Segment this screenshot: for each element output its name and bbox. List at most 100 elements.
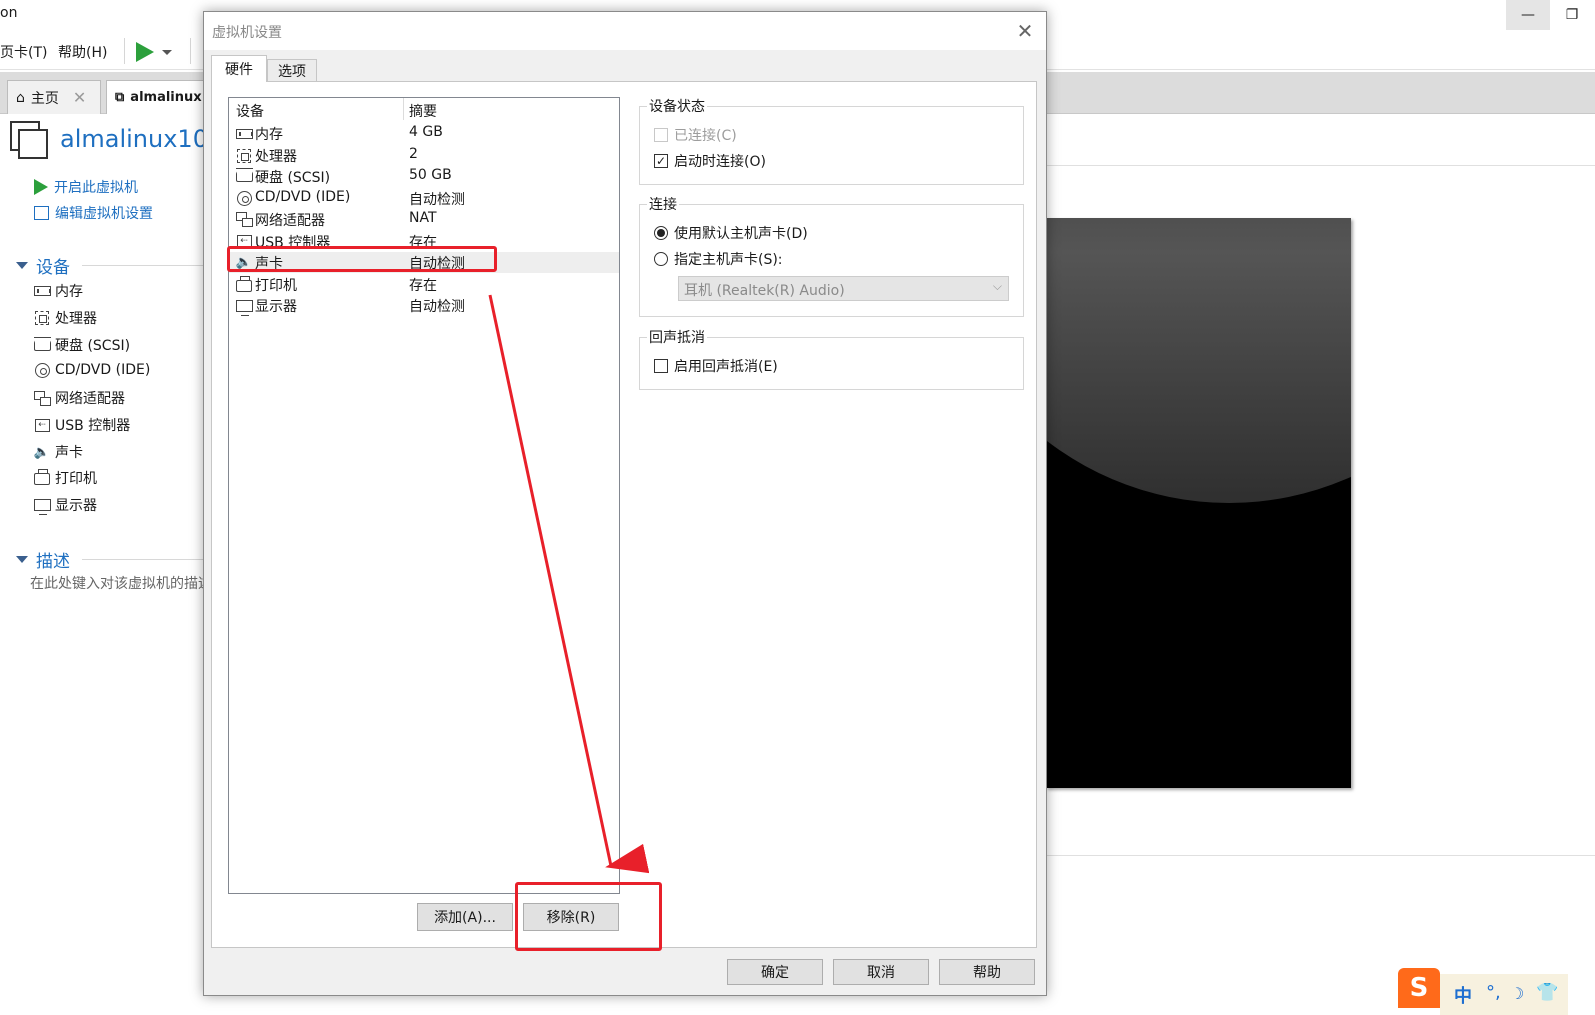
host-sound-card-value: 耳机 (Realtek(R) Audio) [684, 283, 845, 299]
sidebar-device-label: 声卡 [55, 445, 83, 461]
sidebar-device-memory[interactable]: 内存 [33, 281, 83, 301]
minimize-button[interactable]: — [1506, 0, 1550, 30]
power-on-button[interactable] [136, 40, 184, 64]
vm-preview-screen[interactable] [1046, 218, 1351, 788]
menu-help[interactable]: 帮助(H) [58, 42, 107, 62]
annotation-highlight-sound-card [227, 246, 497, 272]
preview-gloss [1046, 218, 1351, 503]
hard-disk-icon [235, 168, 253, 184]
device-summary: 2 [409, 146, 418, 162]
hardware-panel: 设备 摘要 内存 4 GB 处理器 2 硬盘 (SCSI) 50 GB CD/D… [211, 81, 1037, 948]
device-row-memory[interactable]: 内存 4 GB [229, 123, 619, 144]
device-row-hard-disk[interactable]: 硬盘 (SCSI) 50 GB [229, 166, 619, 187]
devices-section-header[interactable]: 设备 [16, 253, 206, 278]
dialog-close-button[interactable]: ✕ [1010, 16, 1040, 46]
edit-vm-settings-link[interactable]: 编辑虚拟机设置 [34, 203, 153, 223]
start-vm-link[interactable]: 开启此虚拟机 [34, 177, 138, 197]
enable-echo-cancellation-checkbox[interactable]: 启用回声抵消(E) [654, 356, 778, 376]
device-row-printer[interactable]: 打印机 存在 [229, 274, 619, 295]
sidebar-device-cpu[interactable]: 处理器 [33, 308, 97, 328]
sidebar-device-cd-dvd[interactable]: CD/DVD (IDE) [33, 362, 150, 378]
sidebar-device-label: 硬盘 (SCSI) [55, 338, 131, 354]
close-icon[interactable]: ✕ [73, 88, 86, 107]
cd-dvd-icon [33, 362, 51, 378]
column-divider[interactable] [403, 98, 404, 120]
tab-vm[interactable]: ⧉ almalinux1 [106, 80, 216, 114]
dialog-title: 虚拟机设置 [212, 25, 282, 41]
tab-home[interactable]: ⌂ 主页 ✕ [7, 80, 101, 114]
chevron-down-icon[interactable] [162, 49, 172, 55]
device-summary: 存在 [409, 278, 437, 294]
device-row-monitor[interactable]: 显示器 自动检测 [229, 295, 619, 316]
connection-title: 连接 [647, 194, 679, 214]
device-status-group: 设备状态 已连接(C) ✓ 启动时连接(O) [639, 96, 1024, 185]
device-summary: 50 GB [409, 167, 452, 183]
device-list[interactable]: 设备 摘要 内存 4 GB 处理器 2 硬盘 (SCSI) 50 GB CD/D… [228, 97, 620, 894]
device-summary: 自动检测 [409, 192, 465, 208]
play-icon [34, 179, 48, 195]
vm-settings-dialog: 虚拟机设置 ✕ 硬件 选项 设备 摘要 内存 4 GB 处理器 2 硬盘 (SC… [203, 11, 1047, 996]
cancel-button[interactable]: 取消 [833, 959, 929, 985]
sidebar-device-hard-disk[interactable]: 硬盘 (SCSI) [33, 335, 130, 355]
sidebar-device-label: CD/DVD (IDE) [55, 362, 151, 378]
tab-hardware[interactable]: 硬件 [211, 55, 267, 82]
description-placeholder[interactable]: 在此处键入对该虚拟机的描述。 [30, 573, 226, 593]
moon-icon[interactable]: ☽ [1510, 984, 1524, 1003]
column-header-device[interactable]: 设备 [236, 101, 264, 121]
use-default-host-sound-label: 使用默认主机声卡(D) [674, 226, 808, 242]
skin-icon[interactable]: 👕 [1536, 982, 1558, 1003]
device-row-cpu[interactable]: 处理器 2 [229, 145, 619, 166]
ime-mode-toggle[interactable]: 中 [1454, 982, 1472, 1008]
annotation-highlight-remove-button [515, 882, 662, 951]
app-title: on [0, 5, 18, 21]
description-section-header[interactable]: 描述 [16, 547, 206, 572]
device-name: 处理器 [255, 149, 297, 165]
sidebar-device-printer[interactable]: 打印机 [33, 468, 97, 488]
sidebar-device-monitor[interactable]: 显示器 [33, 495, 97, 515]
ok-button[interactable]: 确定 [727, 959, 823, 985]
add-device-button[interactable]: 添加(A)... [417, 903, 513, 931]
checkmark-icon: ✓ [654, 154, 668, 168]
tab-options[interactable]: 选项 [267, 59, 317, 82]
sidebar-device-label: 处理器 [55, 311, 97, 327]
echo-cancellation-group: 回声抵消 启用回声抵消(E) [639, 327, 1024, 390]
toolbar-separator [124, 38, 125, 64]
sidebar-device-network[interactable]: 网络适配器 [33, 388, 125, 408]
sidebar-device-label: 显示器 [55, 498, 97, 514]
connect-at-power-on-checkbox[interactable]: ✓ 启动时连接(O) [654, 151, 766, 171]
connect-at-power-on-label: 启动时连接(O) [674, 154, 766, 170]
ime-punctuation-toggle[interactable]: °, [1486, 982, 1501, 1003]
device-status-title: 设备状态 [647, 96, 707, 116]
edit-settings-icon [34, 206, 49, 220]
cd-dvd-icon [235, 191, 253, 206]
memory-icon [33, 283, 51, 299]
vm-icon: ⧉ [115, 90, 125, 105]
device-row-network[interactable]: 网络适配器 NAT [229, 209, 619, 230]
sogou-ime-logo-icon[interactable]: S [1398, 968, 1440, 1008]
restore-button[interactable]: ❐ [1550, 0, 1594, 30]
device-summary: 自动检测 [409, 299, 465, 315]
sidebar-device-sound[interactable]: 🔈 声卡 [33, 442, 83, 462]
connected-label: 已连接(C) [674, 128, 737, 144]
usb-icon: ⇠ [33, 417, 51, 433]
start-vm-label: 开启此虚拟机 [54, 180, 138, 196]
connection-group: 连接 使用默认主机声卡(D) 指定主机声卡(S): 耳机 (Realtek(R)… [639, 194, 1024, 317]
specify-host-sound-radio[interactable]: 指定主机声卡(S): [654, 249, 783, 269]
checkbox-box [654, 128, 668, 142]
description-heading: 描述 [36, 552, 70, 572]
sidebar-device-usb[interactable]: ⇠ USB 控制器 [33, 415, 130, 435]
device-row-cd-dvd[interactable]: CD/DVD (IDE) 自动检测 [229, 188, 619, 209]
sidebar-device-label: 打印机 [55, 471, 97, 487]
help-button[interactable]: 帮助 [939, 959, 1035, 985]
menu-tabs[interactable]: 页卡(T) [0, 42, 47, 62]
cpu-icon [33, 310, 51, 326]
hard-disk-icon [33, 336, 51, 353]
device-name: 打印机 [255, 278, 297, 294]
column-header-summary[interactable]: 摘要 [409, 101, 437, 121]
printer-icon [235, 275, 253, 292]
collapse-icon [16, 556, 28, 563]
sidebar-device-label: 网络适配器 [55, 391, 125, 407]
use-default-host-sound-radio[interactable]: 使用默认主机声卡(D) [654, 223, 808, 243]
ime-toolbar: 中 °, ☽ 👕 [1440, 974, 1568, 1015]
connected-checkbox[interactable]: 已连接(C) [654, 125, 737, 145]
